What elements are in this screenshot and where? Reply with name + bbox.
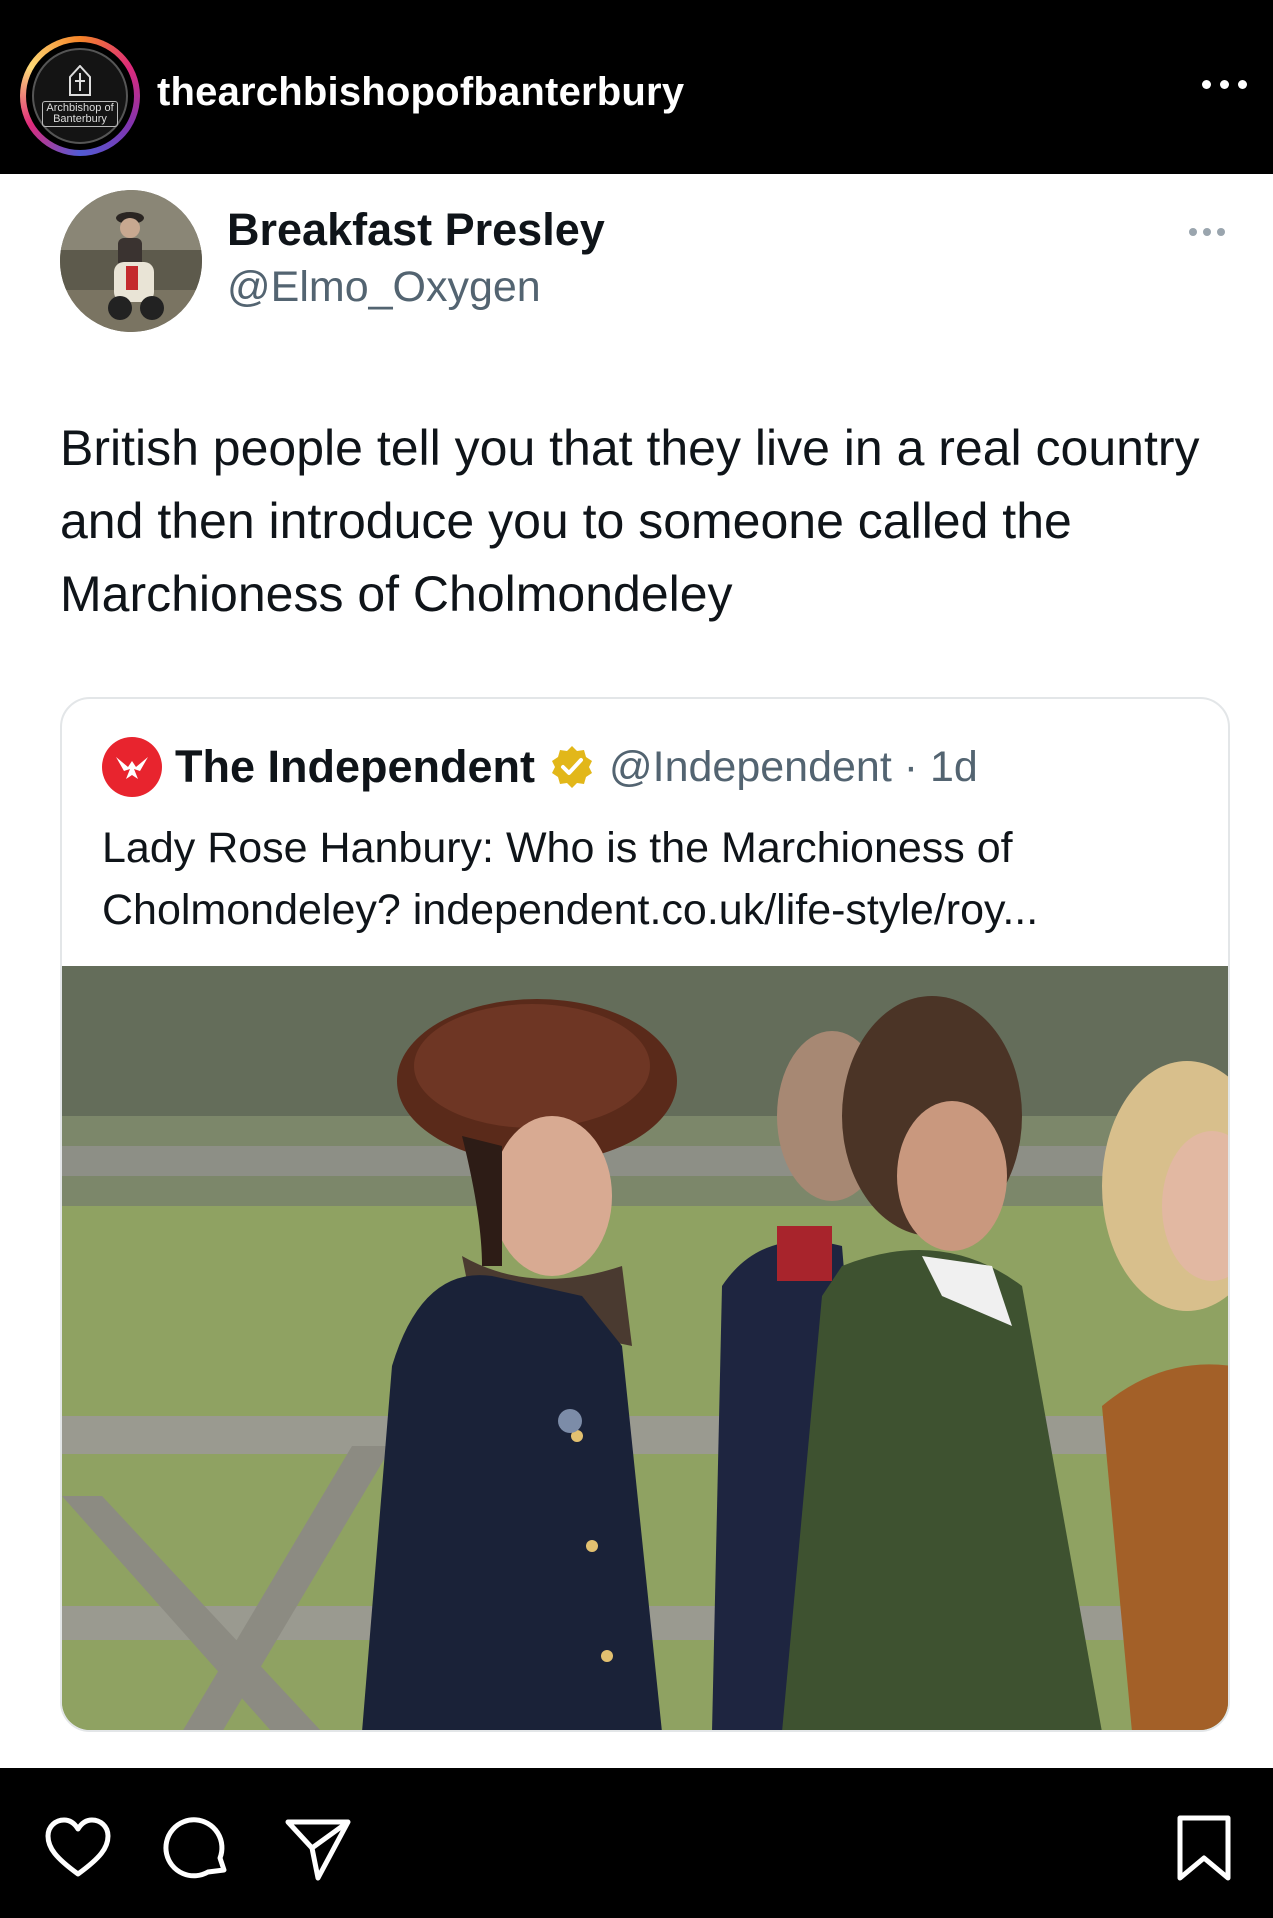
instagram-action-bar [0, 1768, 1273, 1918]
more-dot [1217, 228, 1225, 236]
more-dot [1220, 80, 1229, 89]
more-horizontal-icon[interactable] [1202, 80, 1247, 89]
bookmark-icon[interactable] [1168, 1812, 1240, 1884]
instagram-username[interactable]: thearchbishopofbanterbury [157, 70, 684, 115]
verified-badge-icon [552, 746, 592, 788]
quoted-tweet-card: The Independent @Independent · 1d Lady R… [60, 697, 1230, 1732]
avatar-photo [60, 190, 202, 332]
more-dot [1203, 228, 1211, 236]
more-dot [1202, 80, 1211, 89]
more-dot [1189, 228, 1197, 236]
avatar-logo-text: Archbishop of Banterbury [42, 101, 118, 127]
avatar-logo-line2: Banterbury [53, 113, 107, 125]
tweet-more-icon [1189, 228, 1225, 236]
more-dot [1238, 80, 1247, 89]
heart-icon[interactable] [42, 1812, 114, 1884]
news-photo [62, 966, 1228, 1730]
independent-eagle-icon [102, 737, 162, 797]
quoted-tweet-text: Lady Rose Hanbury: Who is the Marchiones… [102, 824, 1039, 934]
profile-avatar[interactable]: Archbishop of Banterbury [32, 48, 128, 144]
quoted-handle-time: @Independent · 1d [609, 742, 978, 791]
tweet-author-handle[interactable]: @Elmo_Oxygen [227, 263, 541, 312]
quoted-tweet-header: The Independent @Independent · 1d [102, 737, 978, 797]
tweet-author-avatar [60, 190, 202, 332]
instagram-post-header: Archbishop of Banterbury thearchbishopof… [0, 0, 1273, 174]
tweet-text: British people tell you that they live i… [60, 420, 1200, 622]
quoted-author-name: The Independent [175, 741, 535, 792]
comment-icon[interactable] [162, 1812, 234, 1884]
mitre-icon [69, 65, 91, 96]
story-ring[interactable]: Archbishop of Banterbury [20, 36, 140, 156]
tweet-author-name[interactable]: Breakfast Presley [227, 204, 605, 256]
post-image[interactable]: Breakfast Presley @Elmo_Oxygen British p… [0, 174, 1273, 1768]
quoted-tweet-photo [62, 966, 1228, 1730]
avatar-ring-gap: Archbishop of Banterbury [26, 42, 134, 150]
send-icon[interactable] [282, 1812, 354, 1884]
